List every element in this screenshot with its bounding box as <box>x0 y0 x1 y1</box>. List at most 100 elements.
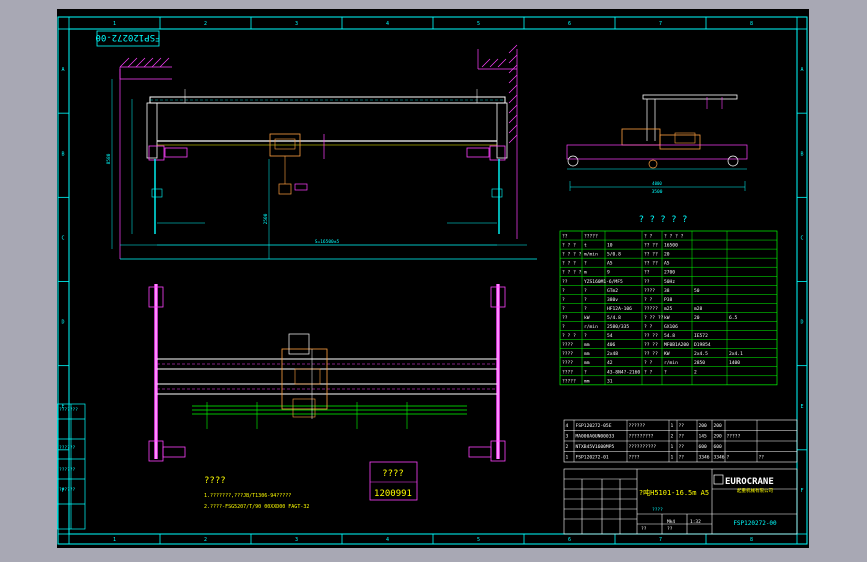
height-dimension: 8580 <box>106 153 112 164</box>
bom-cell: ????? <box>727 434 741 440</box>
title-scale-label: Mk4 <box>667 519 675 525</box>
bom-cell: 4 <box>566 423 569 429</box>
side-gauge-dimension: 4000 <box>652 181 662 186</box>
bom-cell: ?? <box>679 455 685 461</box>
rotated-drawing-number-text: FSP120272-00 <box>95 32 160 42</box>
tech-table-cell: 20 <box>694 315 700 321</box>
bom-cell: MA000A0UN00033 <box>576 434 615 440</box>
tech-table-cell: ? ? ? ? <box>562 270 582 276</box>
bom-cell: 1 <box>566 455 569 461</box>
tech-table-cell: ? ? ? ? <box>664 234 684 240</box>
grid-letter-right: E <box>800 404 803 410</box>
tech-table-cell: 5/0.8 <box>607 252 621 258</box>
company-cn: 起重机械有限公司 <box>737 487 773 494</box>
tech-table-cell: ?? ?? <box>644 243 658 249</box>
tech-table-cell: 406 <box>607 342 616 348</box>
grid-letter-right: F <box>800 488 803 494</box>
tech-table-cell: 16500 <box>664 243 678 249</box>
tech-table-cell: A5 <box>607 261 613 267</box>
tech-table-cell: ? <box>584 261 587 267</box>
tech-table-cell: 2700 <box>664 270 675 276</box>
cad-viewport[interactable]: 1234567812345678ABCDEFABCDEF FSP120272-0… <box>0 0 867 562</box>
side-elevation: 3500 4000 <box>566 94 748 195</box>
title-drawing-no: FSP120272-00 <box>733 520 777 527</box>
tech-table-cell: ???? <box>562 351 573 357</box>
grid-number-top: 5 <box>477 21 480 27</box>
tech-table-cell: ???? <box>562 369 573 375</box>
tech-table-cell: A5 <box>664 261 670 267</box>
tech-table-cell: ? <box>584 306 587 312</box>
tech-table-cell: 42 <box>607 360 613 366</box>
tech-table-cell: ? <box>562 324 565 330</box>
tech-table-cell: P38 <box>664 297 673 303</box>
tech-table-title: ? ? ? ? ? <box>639 215 688 225</box>
tech-table-cell: IE572 <box>694 333 708 339</box>
tech-table-cell: m25 <box>664 306 673 312</box>
bom-table: 4 FSP120272-05E?????? 1?? 200 200 3 MA000A0UN0… <box>563 419 798 463</box>
order-stamp: ???? 1200991 <box>369 461 418 501</box>
tech-table: ???????? ?? ? ? ?? ? ? t 10?? ?? 16500? ? ?… <box>559 230 778 386</box>
grid-letter-right: C <box>800 235 803 241</box>
tech-table-cell: ? ? ? ? <box>562 252 582 258</box>
tech-table-cell: 5/4.8 <box>607 315 621 321</box>
tech-table-cell: m/min <box>584 252 598 258</box>
tech-table-cell: ? ? <box>644 360 653 366</box>
bom-cell: 2 <box>566 444 569 450</box>
tech-table-cell: ????? <box>584 234 598 240</box>
stamp-label: ???? <box>382 469 404 479</box>
tech-table-cell: ? ? ? <box>562 333 576 339</box>
bom-cell: 200 <box>714 423 723 429</box>
tech-table-cell: ? <box>584 369 587 375</box>
tech-table-cell: ?? <box>562 315 568 321</box>
tech-table-cell: 43-8N4?-2160 <box>607 369 640 375</box>
grid-number-bottom: 5 <box>477 537 480 543</box>
tech-table-cell: ????? <box>562 378 576 384</box>
grid-number-top: 2 <box>204 21 207 27</box>
grid-number-top: 6 <box>568 21 571 27</box>
tech-table-cell: 2 <box>694 369 697 375</box>
grid-number-bottom: 4 <box>386 537 389 543</box>
notes-line-2: 2.????-FSG5207/T/90 00XXD00 FAGT-32 <box>204 504 309 510</box>
span-dimension: S=16500±5 <box>315 239 340 245</box>
tech-table-cell: GX106 <box>664 324 678 330</box>
bom-cell: ?? <box>759 455 765 461</box>
bom-cell: NTXB45V1600MP5 <box>576 444 615 450</box>
bom-cell: 145 <box>699 434 708 440</box>
tech-table-cell: 20 <box>664 252 670 258</box>
outer-frame <box>57 16 808 545</box>
tech-table-cell: D19854 <box>694 342 711 348</box>
tech-table-cell: ????? <box>644 306 658 312</box>
grid-number-bottom: 2 <box>204 537 207 543</box>
tech-table-cell: m28 <box>694 306 703 312</box>
tech-table-cell: ???? <box>644 288 655 294</box>
tech-table-cell: ???? <box>562 342 573 348</box>
tech-table-cell: GTm2 <box>607 288 618 294</box>
grid-number-bottom: 1 <box>113 537 116 543</box>
tech-table-cell: r/min <box>584 324 598 330</box>
right-wall-hatch <box>477 44 518 239</box>
grid-letter-left: B <box>61 151 64 157</box>
tech-table-cell: ?? ?? <box>644 342 658 348</box>
inner-frame <box>68 28 798 535</box>
grid-number-top: 1 <box>113 21 116 27</box>
grid-letter-left: D <box>61 320 64 326</box>
tech-table-cell: 6.5 <box>729 315 738 321</box>
tech-table-cell: ?? ?? <box>644 333 658 339</box>
bom-cell: 3346 <box>714 455 725 461</box>
bom-cell: ????????? <box>629 434 654 440</box>
tech-table-cell: ? <box>562 297 565 303</box>
tech-table-cell: ?? <box>644 270 650 276</box>
bom-cell: 3 <box>566 434 569 440</box>
bom-cell: ?? <box>679 444 685 450</box>
tech-table-cell: 2x4.5 <box>694 351 708 357</box>
tech-table-cell: mm <box>584 352 590 357</box>
bom-cell: 200 <box>699 423 708 429</box>
tech-table-cell: ? ? <box>644 297 653 303</box>
title-scale-value: 1:32 <box>690 519 701 525</box>
tech-table-cell: 380v <box>607 297 618 303</box>
tech-table-cell: MF0B1A200 <box>664 342 689 348</box>
tech-table-cell: mm <box>584 379 590 384</box>
grid-number-bottom: 8 <box>750 537 753 543</box>
grid-letter-left: C <box>61 235 64 241</box>
tech-table-cell: ?? ?? <box>644 252 658 258</box>
